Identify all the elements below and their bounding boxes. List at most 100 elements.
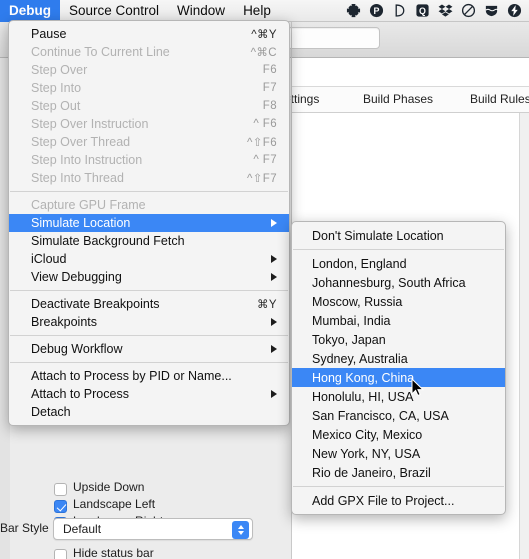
menubar-status-icons: P Q — [346, 3, 529, 18]
menu-item-step-over-instruction[interactable]: Step Over Instruction ^ F6 — [9, 115, 289, 133]
menu-item-label: New York, NY, USA — [312, 446, 421, 461]
submenu-item-moscow[interactable]: Moscow, Russia — [292, 292, 505, 311]
svg-text:P: P — [374, 6, 380, 16]
menu-item-shortcut: F6 — [262, 64, 277, 76]
submenu-item-tokyo[interactable]: Tokyo, Japan — [292, 330, 505, 349]
menu-item-label: Attach to Process — [31, 387, 129, 401]
menu-item-breakpoints[interactable]: Breakpoints — [9, 313, 289, 331]
menu-item-label: Moscow, Russia — [312, 294, 403, 309]
submenu-item-san-francisco[interactable]: San Francisco, CA, USA — [292, 406, 505, 425]
menu-item-icloud[interactable]: iCloud — [9, 250, 289, 268]
menu-item-attach-to-process[interactable]: Attach to Process — [9, 385, 289, 403]
menu-item-label: Step Over Thread — [31, 135, 131, 149]
menu-separator — [293, 486, 504, 487]
d-shape-icon[interactable] — [392, 3, 407, 18]
menu-separator — [10, 362, 288, 363]
menu-item-deactivate-breakpoints[interactable]: Deactivate Breakpoints ⌘Y — [9, 295, 289, 313]
menu-item-pause[interactable]: Pause ^⌘Y — [9, 25, 289, 43]
menu-item-label: Mumbai, India — [312, 313, 391, 328]
menu-item-label: Add GPX File to Project... — [312, 493, 455, 508]
bar-style-popup[interactable]: Default — [53, 518, 253, 540]
menubar-item-source-control[interactable]: Source Control — [60, 0, 168, 22]
menu-item-label: Continue To Current Line — [31, 45, 170, 59]
menu-item-label: Attach to Process by PID or Name... — [31, 369, 232, 383]
menu-separator — [10, 290, 288, 291]
menubar-item-help[interactable]: Help — [234, 0, 280, 22]
menu-item-detach[interactable]: Detach — [9, 403, 289, 421]
menu-separator — [10, 191, 288, 192]
submenu-item-honolulu[interactable]: Honolulu, HI, USA — [292, 387, 505, 406]
menu-item-attach-to-process-by-pid[interactable]: Attach to Process by PID or Name... — [9, 367, 289, 385]
checkbox-hide-status-bar[interactable] — [54, 549, 67, 559]
submenu-item-dont-simulate-location[interactable]: Don't Simulate Location — [292, 226, 505, 245]
submenu-arrow-icon — [271, 219, 277, 227]
label-landscape-left: Landscape Left — [73, 497, 156, 511]
circle-p-icon[interactable]: P — [369, 3, 384, 18]
square-q-icon[interactable]: Q — [415, 3, 430, 18]
submenu-arrow-icon — [271, 390, 277, 398]
submenu-item-sydney[interactable]: Sydney, Australia — [292, 349, 505, 368]
menu-item-simulate-location[interactable]: Simulate Location — [9, 214, 289, 232]
submenu-arrow-icon — [271, 345, 277, 353]
menu-separator — [293, 249, 504, 250]
menu-item-shortcut: ^⌘C — [250, 47, 277, 59]
menubar-item-debug[interactable]: Debug — [0, 0, 60, 22]
menu-item-label: Simulate Location — [31, 216, 131, 230]
utilities-edge — [519, 113, 529, 559]
menu-item-shortcut: ^ F7 — [253, 154, 277, 166]
menu-item-step-over[interactable]: Step Over F6 — [9, 61, 289, 79]
submenu-item-hong-kong[interactable]: Hong Kong, China — [292, 368, 505, 387]
tab-build-rules[interactable]: Build Rules — [470, 92, 529, 106]
menu-item-label: Mexico City, Mexico — [312, 427, 423, 442]
toolbar-search-field[interactable] — [287, 27, 380, 49]
menu-item-step-into[interactable]: Step Into F7 — [9, 79, 289, 97]
menu-item-step-into-thread[interactable]: Step Into Thread ^⇧F7 — [9, 169, 289, 187]
menu-item-shortcut: ^⇧F7 — [246, 173, 277, 185]
menu-item-label: Pause — [31, 27, 67, 41]
dropbox-icon[interactable] — [438, 3, 453, 18]
submenu-item-add-gpx-file[interactable]: Add GPX File to Project... — [292, 491, 505, 510]
menu-item-shortcut: ^⇧F6 — [246, 137, 277, 149]
menu-item-label: Step Into Thread — [31, 171, 124, 185]
menu-item-shortcut: ⌘Y — [257, 299, 277, 311]
menu-item-label: Step Out — [31, 99, 81, 113]
menu-item-label: Step Over — [31, 63, 88, 77]
menu-item-label: Rio de Janeiro, Brazil — [312, 465, 431, 480]
menu-item-capture-gpu-frame[interactable]: Capture GPU Frame — [9, 196, 289, 214]
plus-cross-icon[interactable] — [346, 3, 361, 18]
menu-item-view-debugging[interactable]: View Debugging — [9, 268, 289, 286]
circle-slash-icon[interactable] — [461, 3, 476, 18]
checkbox-upside-down[interactable] — [54, 483, 67, 496]
mouse-cursor — [411, 378, 424, 397]
menu-item-simulate-background-fetch[interactable]: Simulate Background Fetch — [9, 232, 289, 250]
menu-item-step-out[interactable]: Step Out F8 — [9, 97, 289, 115]
checkbox-landscape-left[interactable] — [54, 500, 67, 513]
debug-menu[interactable]: Pause ^⌘Y Continue To Current Line ^⌘C S… — [8, 20, 290, 426]
menu-item-label: Hong Kong, China — [312, 370, 415, 385]
menu-item-step-over-thread[interactable]: Step Over Thread ^⇧F6 — [9, 133, 289, 151]
menu-item-label: Simulate Background Fetch — [31, 234, 185, 248]
tab-build-phases[interactable]: Build Phases — [363, 92, 433, 106]
lightning-bolt-icon[interactable] — [507, 3, 522, 18]
menu-item-debug-workflow[interactable]: Debug Workflow — [9, 340, 289, 358]
submenu-arrow-icon — [271, 273, 277, 281]
menu-item-label: Debug Workflow — [31, 342, 123, 356]
submenu-item-rio-de-janeiro[interactable]: Rio de Janeiro, Brazil — [292, 463, 505, 482]
menubar-item-window[interactable]: Window — [168, 0, 234, 22]
submenu-item-mumbai[interactable]: Mumbai, India — [292, 311, 505, 330]
menu-item-label: Capture GPU Frame — [31, 198, 146, 212]
menu-item-label: Tokyo, Japan — [312, 332, 386, 347]
submenu-item-new-york[interactable]: New York, NY, USA — [292, 444, 505, 463]
menu-item-step-into-instruction[interactable]: Step Into Instruction ^ F7 — [9, 151, 289, 169]
simulate-location-submenu[interactable]: Don't Simulate Location London, England … — [291, 221, 506, 515]
menu-item-label: Sydney, Australia — [312, 351, 408, 366]
submenu-item-mexico-city[interactable]: Mexico City, Mexico — [292, 425, 505, 444]
menu-item-label: Detach — [31, 405, 71, 419]
menu-item-shortcut: ^⌘Y — [251, 29, 277, 41]
shield-waves-icon[interactable] — [484, 3, 499, 18]
menu-item-continue-to-current-line[interactable]: Continue To Current Line ^⌘C — [9, 43, 289, 61]
submenu-item-johannesburg[interactable]: Johannesburg, South Africa — [292, 273, 505, 292]
menu-item-shortcut: F7 — [262, 82, 277, 94]
submenu-item-london[interactable]: London, England — [292, 254, 505, 273]
menu-separator — [10, 335, 288, 336]
